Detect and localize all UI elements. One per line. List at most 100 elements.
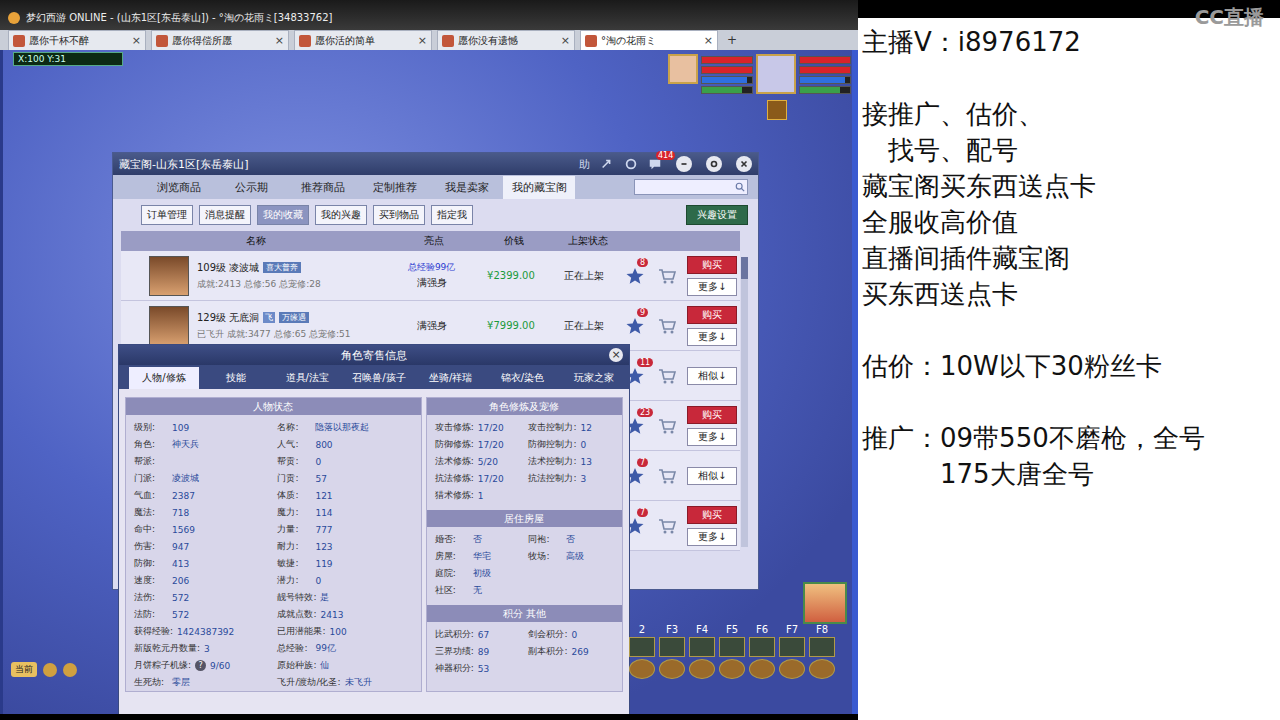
menu-icon[interactable] bbox=[659, 659, 685, 679]
cangbaoge-tab[interactable]: 推荐商品 bbox=[287, 176, 359, 199]
buy-button[interactable]: 购买 bbox=[687, 406, 737, 424]
skill-slot-icon[interactable] bbox=[689, 637, 715, 657]
skill-slot-icon[interactable] bbox=[779, 637, 805, 657]
channel-button[interactable]: 当前 bbox=[11, 662, 37, 677]
sub-tab[interactable]: 买到物品 bbox=[373, 205, 425, 225]
role-tab[interactable]: 坐骑/祥瑞 bbox=[416, 367, 486, 389]
more-button[interactable]: 更多↓ bbox=[687, 328, 737, 346]
message-button[interactable]: 414 bbox=[648, 157, 662, 171]
new-tab-button[interactable]: + bbox=[723, 30, 741, 50]
client-tab[interactable]: 愿你活的简单 × bbox=[294, 30, 432, 50]
cangbaoge-tab[interactable]: 我是卖家 bbox=[431, 176, 503, 199]
avatar-icon bbox=[156, 35, 168, 47]
sub-tab[interactable]: 消息提醒 bbox=[199, 205, 251, 225]
skill-slot-icon[interactable] bbox=[809, 637, 835, 657]
stat-row: 获得经验: 1424387392已用潜能果: 100 bbox=[126, 623, 421, 640]
cangbaoge-tab[interactable]: 我的藏宝阁 bbox=[503, 176, 575, 199]
game-client: 梦幻西游 ONLINE - (山东1区[东岳泰山]) - °淘の花雨ミ[3483… bbox=[0, 0, 858, 720]
cart-icon[interactable] bbox=[657, 266, 677, 286]
stat-item: 婚否: 否 bbox=[435, 533, 529, 546]
stream-panel: CC直播 主播V：i8976172接推广、估价、找号、配号藏宝阁买东西送点卡全服… bbox=[858, 0, 1280, 720]
help-icon[interactable]: ? bbox=[195, 660, 206, 671]
refresh-icon[interactable] bbox=[624, 157, 638, 171]
menu-icon[interactable] bbox=[749, 659, 775, 679]
skill-slot-icon[interactable] bbox=[749, 637, 775, 657]
menu-icon[interactable] bbox=[719, 659, 745, 679]
scroll-thumb[interactable] bbox=[741, 257, 748, 279]
more-button[interactable]: 相似↓ bbox=[687, 367, 737, 385]
cangbaoge-tab[interactable]: 浏览商品 bbox=[143, 176, 215, 199]
sub-tab[interactable]: 我的收藏 bbox=[257, 205, 309, 225]
tab-close-button[interactable]: × bbox=[704, 34, 713, 47]
tab-close-button[interactable]: × bbox=[418, 34, 427, 47]
cangbaoge-tab[interactable]: 定制推荐 bbox=[359, 176, 431, 199]
sub-tab[interactable]: 指定我 bbox=[431, 205, 473, 225]
table-row[interactable]: 109级 凌波城 喜大普奔 成就:2413 总修:56 总宠修:28 总经验99… bbox=[121, 251, 740, 301]
buy-button[interactable]: 购买 bbox=[687, 506, 737, 524]
buff-icon[interactable] bbox=[767, 100, 787, 120]
skill-slot-icon[interactable] bbox=[659, 637, 685, 657]
tab-close-button[interactable]: × bbox=[275, 34, 284, 47]
role-tabs: 人物/修炼技能道具/法宝召唤兽/孩子坐骑/祥瑞锦衣/染色玩家之家 bbox=[119, 365, 629, 389]
sub-tab[interactable]: 订单管理 bbox=[141, 205, 193, 225]
column-header: 上架状态 bbox=[551, 234, 625, 248]
help-button[interactable]: 助 bbox=[579, 157, 590, 172]
client-tab[interactable]: 愿你没有遗憾 × bbox=[437, 30, 575, 50]
skill-slot-icon[interactable] bbox=[629, 637, 655, 657]
search-field[interactable] bbox=[634, 179, 748, 195]
stat-item: 抗法修炼: 17/20 bbox=[435, 472, 529, 485]
minimize-button[interactable] bbox=[676, 156, 692, 172]
menu-icon[interactable] bbox=[779, 659, 805, 679]
settings-button[interactable] bbox=[706, 156, 722, 172]
hotkey-label: F6 bbox=[749, 624, 775, 635]
close-button[interactable] bbox=[736, 156, 752, 172]
cart-icon[interactable] bbox=[657, 466, 677, 486]
share-icon[interactable] bbox=[600, 157, 614, 171]
menu-icon[interactable] bbox=[809, 659, 835, 679]
skill-slot-icon[interactable] bbox=[719, 637, 745, 657]
close-button[interactable]: × bbox=[609, 348, 623, 362]
sub-tab[interactable]: 我的兴趣 bbox=[315, 205, 367, 225]
stat-item: 防御: 413 bbox=[134, 557, 277, 570]
pet-avatar-icon[interactable] bbox=[668, 54, 698, 84]
stat-label: 同袍: bbox=[528, 533, 562, 546]
tab-close-button[interactable]: × bbox=[132, 34, 141, 47]
client-tab[interactable]: 愿你得偿所愿 × bbox=[151, 30, 289, 50]
stat-value: 572 bbox=[172, 610, 189, 620]
more-button[interactable]: 更多↓ bbox=[687, 528, 737, 546]
star-icon[interactable] bbox=[625, 266, 645, 286]
scrollbar[interactable] bbox=[741, 257, 748, 547]
role-tab[interactable]: 人物/修炼 bbox=[129, 367, 199, 389]
client-tab[interactable]: °淘の花雨ミ × bbox=[580, 30, 718, 50]
character-avatar-icon[interactable] bbox=[803, 582, 847, 624]
name-line: 129级 无底洞 飞 万缘遇 bbox=[197, 311, 351, 325]
cart-icon[interactable] bbox=[657, 366, 677, 386]
cart-cell bbox=[649, 466, 685, 486]
stat-row: 法防: 572成就点数: 2413 bbox=[126, 606, 421, 623]
buy-button[interactable]: 购买 bbox=[687, 306, 737, 324]
star-icon[interactable] bbox=[625, 316, 645, 336]
cangbaoge-tab[interactable]: 公示期 bbox=[215, 176, 287, 199]
cart-icon[interactable] bbox=[657, 516, 677, 536]
menu-icon[interactable] bbox=[689, 659, 715, 679]
interest-settings-button[interactable]: 兴趣设置 bbox=[686, 205, 748, 225]
role-tab[interactable]: 技能 bbox=[201, 367, 271, 389]
more-button[interactable]: 相似↓ bbox=[687, 467, 737, 485]
cart-icon[interactable] bbox=[657, 416, 677, 436]
more-button[interactable]: 更多↓ bbox=[687, 428, 737, 446]
voice-icon[interactable] bbox=[63, 663, 77, 677]
role-tab[interactable]: 召唤兽/孩子 bbox=[344, 367, 414, 389]
client-tab[interactable]: 愿你千杯不醉 × bbox=[8, 30, 146, 50]
tab-close-button[interactable]: × bbox=[561, 34, 570, 47]
stat-row: 魔法: 718魔力: 114 bbox=[126, 504, 421, 521]
player-avatar-icon[interactable] bbox=[756, 54, 796, 94]
menu-icon[interactable] bbox=[629, 659, 655, 679]
more-button[interactable]: 更多↓ bbox=[687, 278, 737, 296]
role-tab[interactable]: 玩家之家 bbox=[559, 367, 629, 389]
cart-icon[interactable] bbox=[657, 316, 677, 336]
emote-icon[interactable] bbox=[43, 663, 57, 677]
stat-label: 法术修炼: bbox=[435, 455, 474, 468]
role-tab[interactable]: 道具/法宝 bbox=[272, 367, 342, 389]
role-tab[interactable]: 锦衣/染色 bbox=[488, 367, 558, 389]
buy-button[interactable]: 购买 bbox=[687, 256, 737, 274]
